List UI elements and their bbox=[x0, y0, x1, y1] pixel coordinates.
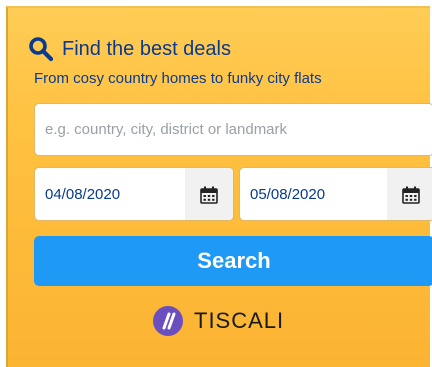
tiscali-logo-icon bbox=[153, 306, 183, 336]
calendar-icon bbox=[402, 186, 420, 204]
calendar-icon bbox=[200, 186, 218, 204]
search-button[interactable]: Search bbox=[34, 236, 432, 286]
checkout-calendar-button[interactable] bbox=[387, 168, 432, 220]
destination-input[interactable] bbox=[34, 103, 432, 156]
checkout-date-value: 05/08/2020 bbox=[250, 186, 326, 203]
deals-search-widget: Find the best deals From cosy country ho… bbox=[6, 6, 432, 367]
brand-name: TISCALI bbox=[194, 308, 285, 333]
brand-logo: TISCALI bbox=[152, 301, 284, 341]
checkin-calendar-button[interactable] bbox=[185, 168, 233, 220]
page-title: Find the best deals bbox=[62, 38, 231, 60]
subtitle: From cosy country homes to funky city fl… bbox=[34, 70, 322, 87]
checkin-date-value: 04/08/2020 bbox=[45, 186, 121, 203]
checkout-date-field[interactable]: 05/08/2020 bbox=[239, 167, 432, 221]
search-icon bbox=[29, 37, 54, 62]
header: Find the best deals bbox=[28, 34, 231, 64]
checkin-date-field[interactable]: 04/08/2020 bbox=[34, 167, 234, 221]
